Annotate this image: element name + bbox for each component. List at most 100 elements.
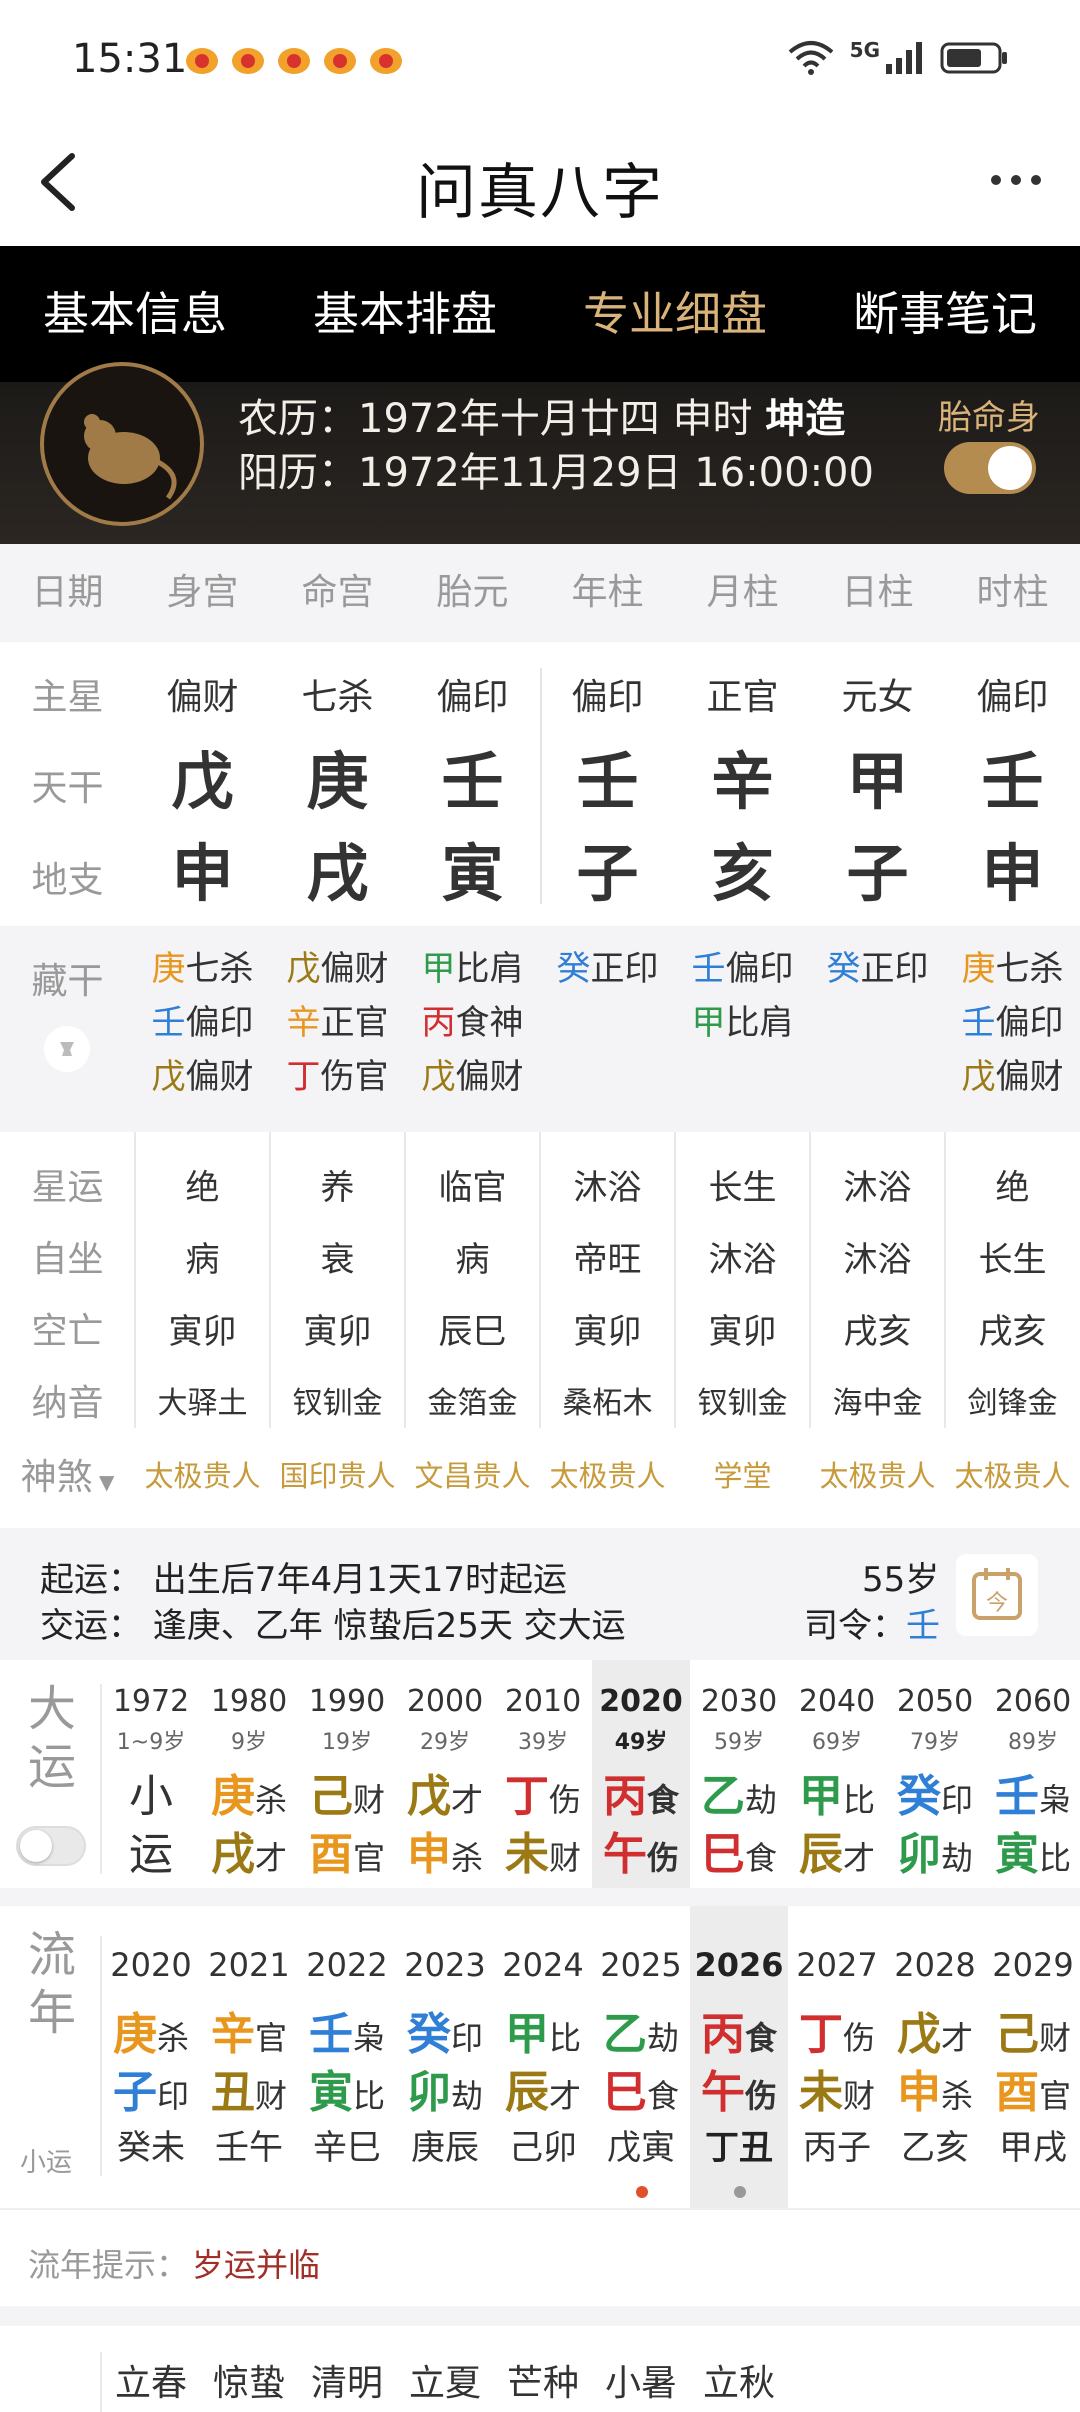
dayun-toggle[interactable] bbox=[16, 1826, 86, 1866]
shensha-cell[interactable]: 学堂 bbox=[675, 1453, 810, 1495]
taiming-toggle[interactable] bbox=[944, 442, 1036, 494]
hidden-stem: 丁伤官 bbox=[286, 1057, 389, 1097]
tiangan-cell[interactable]: 壬 bbox=[405, 742, 540, 822]
shensha-cell[interactable]: 文昌贵人 bbox=[405, 1453, 540, 1495]
dayun-column[interactable]: 1980 9岁 庚杀 戌才 bbox=[200, 1660, 298, 1888]
ten-god: 伤 bbox=[744, 2077, 777, 2115]
shensha-cell[interactable]: 太极贵人 bbox=[135, 1453, 270, 1495]
tiangan-cell[interactable]: 辛 bbox=[675, 742, 810, 822]
ganzhi-char: 己 bbox=[308, 1771, 353, 1822]
liunian-column[interactable]: 2024 甲比 辰才 己卯 bbox=[494, 1906, 592, 2208]
liunian-column[interactable]: 2029 己财 酉官 甲戌 bbox=[984, 1906, 1080, 2208]
ten-god: 食 bbox=[646, 1781, 679, 1819]
shensha-cell[interactable]: 太极贵人 bbox=[540, 1453, 675, 1495]
ganzhi-char: 未 bbox=[504, 1829, 549, 1880]
liunian-column[interactable]: 2020 庚杀 子印 癸未 bbox=[102, 1906, 200, 2208]
tiangan-values: 戊 庚 壬 壬 辛 甲 壬 bbox=[0, 742, 1080, 822]
dayun-ganzhi: 戊才 bbox=[396, 1760, 494, 1824]
row-label: 纳音 bbox=[31, 1383, 104, 1424]
kongwang-row: 空亡 寅卯 寅卯 辰巳 寅卯 寅卯 戌亥 戌亥 bbox=[0, 1292, 1080, 1364]
liunian-column[interactable]: 2027 丁伤 未财 丙子 bbox=[788, 1906, 886, 2208]
solar-term[interactable]: 小暑 bbox=[592, 2354, 690, 2406]
solar-term[interactable]: 立秋 bbox=[690, 2354, 788, 2406]
lunar-date: 农历：1972年十月廿四 申时 坤造 bbox=[238, 386, 845, 444]
liunian-column[interactable]: 2026 丙食 午伤 丁丑 bbox=[690, 1906, 788, 2208]
tiangan-cell[interactable]: 壬 bbox=[540, 742, 675, 822]
solar-term[interactable]: 清明 bbox=[298, 2354, 396, 2406]
dayun-column[interactable]: 2020 49岁 丙食 午伤 bbox=[592, 1660, 690, 1888]
shensha-cell[interactable]: 国印贵人 bbox=[270, 1453, 405, 1495]
dizhi-cell[interactable]: 亥 bbox=[675, 834, 810, 914]
dayun-column[interactable]: 2060 89岁 壬枭 寅比 bbox=[984, 1660, 1080, 1888]
liunian-hint: 流年提示： 岁运并临 bbox=[0, 2208, 1080, 2306]
dayun-column[interactable]: 2010 39岁 丁伤 未财 bbox=[494, 1660, 592, 1888]
dayun-column[interactable]: 2030 59岁 乙劫 巳食 bbox=[690, 1660, 788, 1888]
dizhi-cell[interactable]: 寅 bbox=[405, 834, 540, 914]
solar-term[interactable]: 立夏 bbox=[396, 2354, 494, 2406]
dizhi-cell[interactable]: 戌 bbox=[270, 834, 405, 914]
ten-god: 才 bbox=[254, 1839, 287, 1877]
battery-icon bbox=[940, 42, 1007, 74]
solar-term[interactable]: 立春 bbox=[102, 2354, 200, 2406]
shensha-dropdown[interactable]: 神煞 ▼ bbox=[0, 1448, 135, 1500]
tiangan-cell[interactable]: 戊 bbox=[135, 742, 270, 822]
liunian-column[interactable]: 2028 戊才 申杀 乙亥 bbox=[886, 1906, 984, 2208]
tab-pro-chart[interactable]: 专业细盘 bbox=[540, 246, 810, 382]
dayun-column[interactable]: 2050 79岁 癸印 卯劫 bbox=[886, 1660, 984, 1888]
liunian-column[interactable]: 2025 乙劫 巳食 戊寅 bbox=[592, 1906, 690, 2208]
ganzhi-char: 申 bbox=[406, 1829, 451, 1880]
header-minggong: 命宫 bbox=[301, 572, 374, 613]
dizhi-cell[interactable]: 子 bbox=[810, 834, 945, 914]
calendar-today-icon[interactable]: 今 bbox=[956, 1554, 1038, 1636]
liunian-column[interactable]: 2022 壬枭 寅比 辛巳 bbox=[298, 1906, 396, 2208]
dizhi-cell[interactable]: 申 bbox=[135, 834, 270, 914]
xiaoyun-label[interactable]: 小运 bbox=[20, 2142, 72, 2179]
dayun-ganzhi: 巳食 bbox=[690, 1818, 788, 1882]
info-cell: 辰巳 bbox=[438, 1311, 507, 1352]
liunian-column[interactable]: 2021 辛官 丑财 壬午 bbox=[200, 1906, 298, 2208]
liunian-column[interactable]: 2023 癸印 卯劫 庚辰 bbox=[396, 1906, 494, 2208]
dayun-year: 1972 bbox=[112, 1684, 190, 1719]
header-year-pillar: 年柱 bbox=[571, 572, 644, 613]
dayun-column[interactable]: 2040 69岁 甲比 辰才 bbox=[788, 1660, 886, 1888]
current-age: 55岁 bbox=[862, 1560, 940, 1600]
tab-basic-chart[interactable]: 基本排盘 bbox=[270, 246, 540, 382]
svg-text:今: 今 bbox=[986, 1591, 1008, 1616]
header-day-pillar: 日柱 bbox=[841, 572, 914, 613]
nayin-row: 纳音 大驿土 钗钏金 金箔金 桑柘木 钗钏金 海中金 剑锋金 bbox=[0, 1364, 1080, 1436]
ganzhi-char: 丙 bbox=[602, 1771, 647, 1822]
liunian-ganzhi: 己财 bbox=[984, 1998, 1080, 2062]
dayun-column[interactable]: 1972 1~9岁小运 bbox=[102, 1660, 200, 1888]
ganzhi-char: 癸 bbox=[406, 2009, 451, 2060]
dayun-ganzhi: 午伤 bbox=[592, 1818, 690, 1882]
hint-label: 流年提示： bbox=[28, 2246, 189, 2284]
liunian-year: 2027 bbox=[796, 1946, 878, 1984]
dayun-column[interactable]: 1990 19岁 己财 酉官 bbox=[298, 1660, 396, 1888]
tiangan-cell[interactable]: 壬 bbox=[945, 742, 1080, 822]
tab-basic-info[interactable]: 基本信息 bbox=[0, 246, 270, 382]
tab-notes[interactable]: 断事笔记 bbox=[810, 246, 1080, 382]
liunian-year: 2023 bbox=[404, 1946, 486, 1984]
main-star-cell: 偏印 bbox=[571, 677, 644, 718]
solar-term[interactable]: 惊蛰 bbox=[200, 2354, 298, 2406]
dizhi-cell[interactable]: 申 bbox=[945, 834, 1080, 914]
liunian-year: 2029 bbox=[992, 1946, 1074, 1984]
info-cell: 大驿土 bbox=[157, 1386, 248, 1421]
dizhi-cell[interactable]: 子 bbox=[540, 834, 675, 914]
more-options-icon[interactable] bbox=[988, 170, 1044, 190]
ganzhi-char: 丁 bbox=[798, 2009, 843, 2060]
shensha-cell[interactable]: 太极贵人 bbox=[810, 1453, 945, 1495]
row-label: 自坐 bbox=[31, 1239, 104, 1280]
dayun-age: 59岁 bbox=[714, 1730, 764, 1755]
tiangan-cell[interactable]: 庚 bbox=[270, 742, 405, 822]
tiangan-cell[interactable]: 甲 bbox=[810, 742, 945, 822]
liunian-ganzhi: 酉官 bbox=[984, 2056, 1080, 2120]
ganzhi-char: 酉 bbox=[994, 2067, 1039, 2118]
zizuo-row: 自坐 病 衰 病 帝旺 沐浴 沐浴 长生 bbox=[0, 1220, 1080, 1292]
dayun-column[interactable]: 2000 29岁 戊才 申杀 bbox=[396, 1660, 494, 1888]
shensha-cell[interactable]: 太极贵人 bbox=[945, 1453, 1080, 1495]
solar-term[interactable]: 芒种 bbox=[494, 2354, 592, 2406]
pin-icon[interactable] bbox=[44, 1026, 90, 1072]
xiaoyun-ganzhi: 丁丑 bbox=[705, 2128, 773, 2168]
liunian-year: 2022 bbox=[306, 1946, 388, 1984]
